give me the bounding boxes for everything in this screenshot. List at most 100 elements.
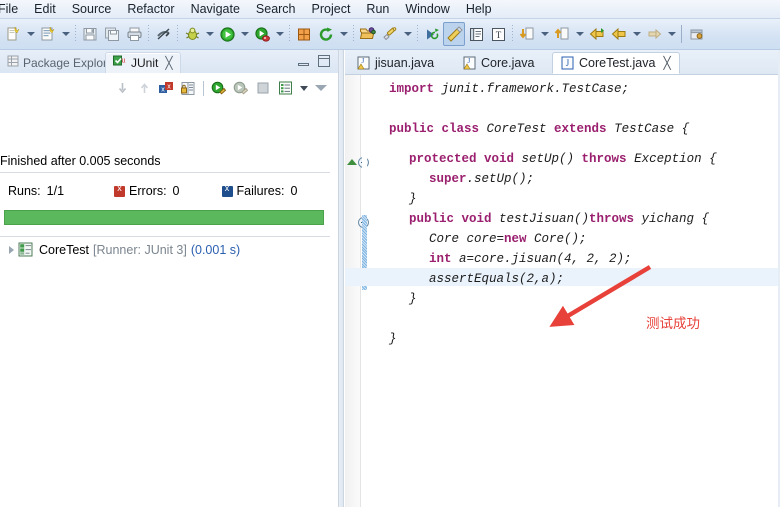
next-edit-icon[interactable]: [551, 22, 573, 46]
menu-item-edit[interactable]: Edit: [26, 1, 64, 17]
main-toolbar: T: [0, 19, 780, 50]
forward-navigate-dropdown-icon[interactable]: [665, 22, 678, 46]
back-navigate-dropdown-icon[interactable]: [630, 22, 643, 46]
change-indicator-bar: [362, 75, 367, 507]
maximize-view-button[interactable]: [316, 54, 332, 68]
editor-tab-bar: J jisuan.java J Core.java J CoreTest.jav…: [345, 50, 780, 74]
previous-edit-dropdown-icon[interactable]: [538, 22, 551, 46]
test-run-history-icon[interactable]: [274, 77, 296, 99]
back-navigate-secondary-icon[interactable]: [608, 22, 630, 46]
code-line: }: [409, 192, 417, 206]
next-edit-dropdown-icon[interactable]: [573, 22, 586, 46]
debug-dropdown-icon[interactable]: [203, 22, 216, 46]
java-type-hierarchy-icon[interactable]: T: [487, 22, 509, 46]
debug-icon[interactable]: [181, 22, 203, 46]
code-line: import junit.framework.TestCase;: [389, 82, 630, 96]
refresh-icon[interactable]: [315, 22, 337, 46]
toggle-mark-occurrences-icon[interactable]: [152, 22, 174, 46]
counter-runs-label: Runs:: [8, 184, 41, 198]
new-wizard-dropdown-icon[interactable]: [24, 22, 37, 46]
junit-icon: u: [113, 55, 127, 71]
java-warning-file-icon: J: [357, 56, 370, 70]
new-package-icon[interactable]: [293, 22, 315, 46]
editor-tab-jisuan[interactable]: J jisuan.java: [349, 52, 442, 74]
rerun-test-icon[interactable]: [208, 77, 230, 99]
minimize-view-button[interactable]: [296, 54, 312, 68]
divider: [0, 172, 330, 173]
external-tools-icon[interactable]: [251, 22, 273, 46]
code-line: assertEquals(2,a);: [429, 272, 565, 286]
svg-text:J: J: [468, 57, 471, 65]
counter-runs: Runs: 1/1: [8, 184, 64, 198]
editor-tab-core[interactable]: J Core.java: [455, 52, 543, 74]
svg-text:J: J: [362, 57, 365, 65]
view-tab-bar: Package Explorer u JUnit ╳: [0, 50, 338, 73]
svg-text:x: x: [161, 86, 165, 93]
java-perspective-icon[interactable]: [443, 22, 465, 46]
toolbar-separator: [72, 24, 79, 44]
previous-failed-test-icon[interactable]: [133, 77, 155, 99]
back-navigate-icon[interactable]: [586, 22, 608, 46]
run-icon[interactable]: [216, 22, 238, 46]
counter-runs-value: 1/1: [46, 184, 65, 198]
code-line: Core core=new Core();: [429, 232, 587, 246]
rerun-failed-tests-icon[interactable]: [230, 77, 252, 99]
toolbar-separator: [678, 24, 685, 44]
forward-navigate-icon[interactable]: [643, 22, 665, 46]
previous-edit-icon[interactable]: [516, 22, 538, 46]
toolbar-separator: [145, 24, 152, 44]
editor-tab-coretest[interactable]: J CoreTest.java ╳: [552, 52, 680, 74]
toolbar-separator: [509, 24, 516, 44]
test-results-tree: CoreTest [Runner: JUnit 3] (0.001 s): [0, 240, 330, 495]
expand-arrow-icon[interactable]: [4, 243, 18, 257]
table-row[interactable]: CoreTest [Runner: JUnit 3] (0.001 s): [0, 240, 330, 259]
menu-item-project[interactable]: Project: [304, 1, 359, 17]
view-menu-icon[interactable]: [312, 77, 330, 99]
counter-errors-value: 0: [172, 184, 180, 198]
search-icon[interactable]: [379, 22, 401, 46]
java-browsing-icon[interactable]: [465, 22, 487, 46]
menu-item-refactor[interactable]: Refactor: [119, 1, 182, 17]
run-dropdown-icon[interactable]: [238, 22, 251, 46]
new-wizard-icon[interactable]: [2, 22, 24, 46]
show-failures-only-icon[interactable]: x x: [155, 77, 177, 99]
error-icon: [114, 183, 126, 197]
pin-editor-icon[interactable]: [685, 22, 707, 46]
open-type-icon[interactable]: [357, 22, 379, 46]
close-icon[interactable]: ╳: [165, 56, 172, 70]
save-all-icon[interactable]: [101, 22, 123, 46]
external-tools-dropdown-icon[interactable]: [273, 22, 286, 46]
menu-bar: File Edit Source Refactor Navigate Searc…: [0, 0, 780, 19]
scroll-lock-icon[interactable]: [177, 77, 199, 99]
toolbar-separator: [286, 24, 293, 44]
print-icon[interactable]: [123, 22, 145, 46]
panel-splitter[interactable]: [338, 50, 344, 507]
next-failed-test-icon[interactable]: [111, 77, 133, 99]
fold-marker-up-icon[interactable]: [347, 159, 357, 165]
view-tab-label: JUnit: [131, 56, 159, 70]
test-name: CoreTest: [39, 242, 90, 257]
package-explorer-icon: [7, 55, 19, 70]
menu-item-navigate[interactable]: Navigate: [183, 1, 248, 17]
new-java-class-dropdown-icon[interactable]: [59, 22, 72, 46]
new-java-class-icon[interactable]: [37, 22, 59, 46]
menu-item-window[interactable]: Window: [397, 1, 457, 17]
view-tab-junit[interactable]: u JUnit ╳: [105, 52, 181, 73]
menu-item-run[interactable]: Run: [358, 1, 397, 17]
menu-item-source[interactable]: Source: [64, 1, 120, 17]
test-run-history-dropdown-icon[interactable]: [296, 77, 312, 99]
java-file-icon: J: [561, 56, 574, 70]
editor-gutter[interactable]: [345, 75, 369, 507]
menu-item-file[interactable]: File: [0, 1, 26, 17]
junit-view-panel: Package Explorer u JUnit ╳ x x Finished …: [0, 50, 338, 507]
menu-item-help[interactable]: Help: [458, 1, 500, 17]
java-warning-file-icon: J: [463, 56, 476, 70]
search-dropdown-icon[interactable]: [401, 22, 414, 46]
next-annotation-icon[interactable]: [421, 22, 443, 46]
refresh-dropdown-icon[interactable]: [337, 22, 350, 46]
svg-text:J: J: [566, 58, 570, 68]
menu-item-search[interactable]: Search: [248, 1, 304, 17]
close-icon[interactable]: ╳: [663, 56, 670, 70]
stop-test-icon[interactable]: [252, 77, 274, 99]
save-icon[interactable]: [79, 22, 101, 46]
